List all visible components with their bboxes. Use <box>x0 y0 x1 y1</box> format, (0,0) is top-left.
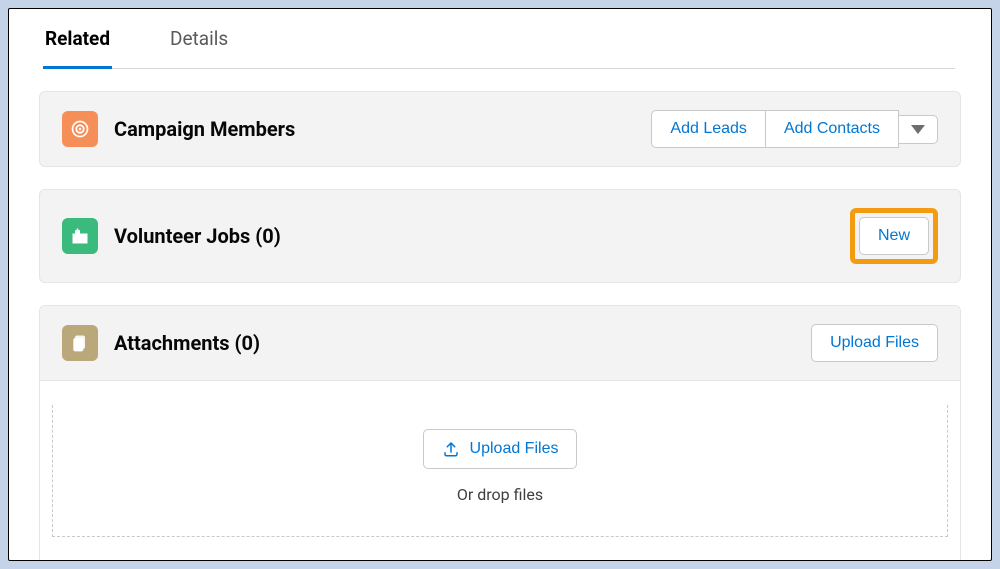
attachment-icon <box>62 325 98 361</box>
card-campaign-members: Campaign Members Add Leads Add Contacts <box>39 91 961 167</box>
volunteer-jobs-title[interactable]: Volunteer Jobs (0) <box>114 224 281 248</box>
campaign-members-title[interactable]: Campaign Members <box>114 117 295 141</box>
tabs: Related Details <box>45 9 955 69</box>
attachments-title[interactable]: Attachments (0) <box>114 331 260 355</box>
upload-icon <box>442 440 460 458</box>
tab-related[interactable]: Related <box>45 9 110 68</box>
upload-files-dropzone-button[interactable]: Upload Files <box>423 429 578 469</box>
attachments-actions: Upload Files <box>811 324 938 362</box>
add-leads-button[interactable]: Add Leads <box>651 110 766 148</box>
related-panel: Related Details Campaign Members Add Lea… <box>8 8 992 561</box>
card-attachments: Attachments (0) Upload Files <box>40 306 960 381</box>
card-volunteer-jobs: Volunteer Jobs (0) New <box>39 189 961 283</box>
dropzone[interactable]: Upload Files Or drop files <box>40 381 960 561</box>
upload-files-dropzone-label: Upload Files <box>470 440 559 458</box>
volunteer-icon <box>62 218 98 254</box>
volunteer-actions: New <box>850 208 938 264</box>
tab-details[interactable]: Details <box>170 9 228 68</box>
chevron-down-icon <box>911 125 925 134</box>
upload-files-button[interactable]: Upload Files <box>811 324 938 362</box>
add-contacts-button[interactable]: Add Contacts <box>765 110 899 148</box>
drop-files-text: Or drop files <box>457 485 543 504</box>
new-button[interactable]: New <box>859 217 929 255</box>
campaign-actions: Add Leads Add Contacts <box>651 110 938 148</box>
campaign-icon <box>62 111 98 147</box>
card-attachments-container: Attachments (0) Upload Files Upload File… <box>39 305 961 561</box>
more-actions-button[interactable] <box>898 115 938 144</box>
highlight-frame: New <box>850 208 938 264</box>
